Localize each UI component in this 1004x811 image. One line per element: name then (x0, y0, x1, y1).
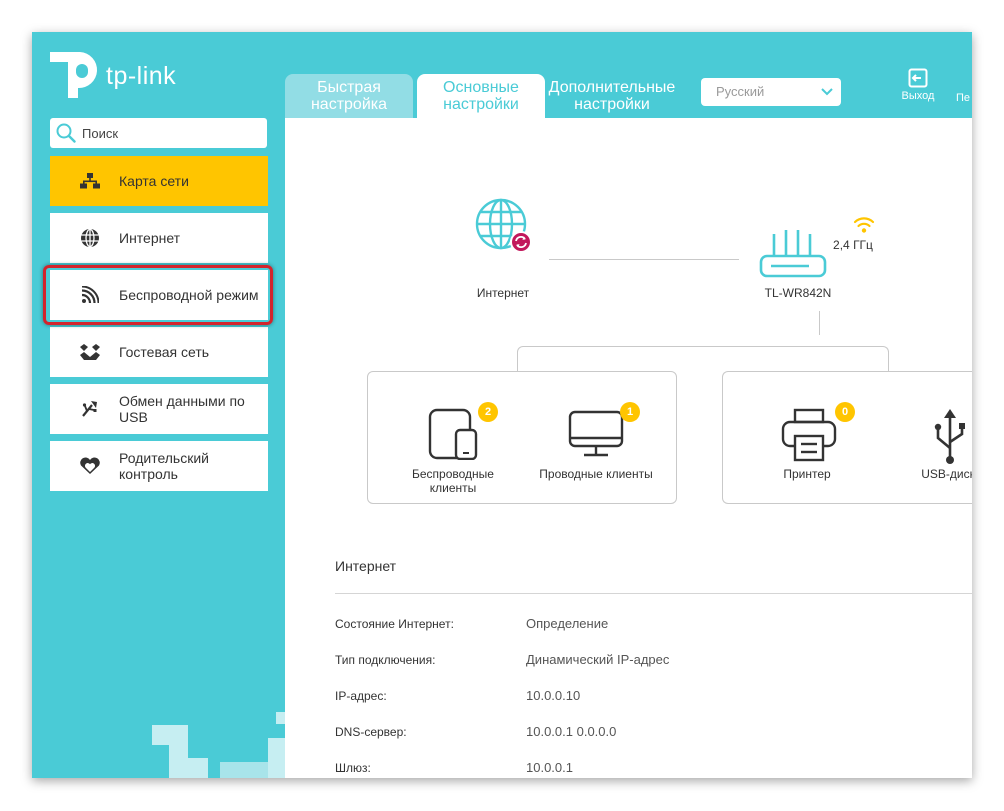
ip-address-value: 10.0.0.10 (526, 688, 581, 703)
devices-card: 0 Принтер 0 USB-диск (722, 371, 972, 504)
decoration-square (268, 738, 285, 778)
internet-section-title: Интернет (335, 558, 397, 574)
tab-quick-setup[interactable]: Быстрая настройка (285, 74, 413, 118)
sidebar-item-label: Обмен данными по USB (119, 393, 245, 425)
dns-server-label: DNS-сервер: (335, 725, 407, 739)
monitor-icon (568, 410, 624, 457)
router-node[interactable] (757, 228, 827, 280)
clients-card: 2 Беспроводные клиенты 1 Проводные клиен… (367, 371, 677, 504)
search-box[interactable] (50, 118, 267, 148)
network-map-icon (78, 169, 102, 193)
internet-node[interactable] (473, 198, 533, 258)
router-admin-window: tp-link Карта сети (32, 32, 972, 778)
router-icon (759, 230, 827, 278)
wired-clients-node[interactable]: 1 (546, 402, 646, 496)
printer-count: 0 (835, 402, 855, 422)
logout-icon (908, 68, 928, 88)
guest-network-icon (78, 340, 102, 364)
internet-status-label: Состояние Интернет: (335, 617, 454, 631)
connection-type-label: Тип подключения: (335, 653, 436, 667)
tab-advanced-settings[interactable]: Дополнительные настройки (547, 74, 677, 118)
wifi-signal-icon (853, 217, 875, 233)
section-divider (335, 593, 972, 594)
globe-icon (475, 198, 532, 253)
wireless-clients-count: 2 (478, 402, 498, 422)
router-model-label: TL-WR842N (764, 286, 832, 300)
chevron-down-icon (821, 88, 833, 96)
sidebar-item-internet[interactable]: Интернет (50, 213, 268, 263)
gateway-value: 10.0.0.1 (526, 760, 573, 775)
decoration-square (220, 762, 268, 778)
logout-button[interactable]: Выход (898, 68, 938, 102)
logout-label: Выход (901, 90, 935, 102)
parental-control-icon (78, 454, 102, 478)
tab-basic-settings[interactable]: Основные настройки (417, 74, 545, 118)
wired-clients-label: Проводные клиенты (539, 467, 653, 481)
sidebar-item-usb-sharing[interactable]: Обмен данными по USB (50, 384, 268, 434)
search-icon (56, 123, 76, 143)
connection-line (819, 311, 820, 335)
printer-label: Принтер (783, 467, 831, 481)
internet-label: Интернет (476, 286, 530, 300)
network-map-panel: Интернет 2,4 ГГц TL-WR842N 2 Беспроводны… (285, 118, 972, 778)
sidebar-item-label: Интернет (119, 230, 181, 246)
decoration-square (276, 712, 285, 724)
connection-type-value: Динамический IP-адрес (526, 652, 670, 667)
gateway-label: Шлюз: (335, 761, 371, 775)
globe-icon (78, 226, 102, 250)
dns-server-value: 10.0.0.1 0.0.0.0 (526, 724, 617, 739)
language-selected-value: Русский (716, 84, 765, 99)
tp-link-logo: tp-link (50, 46, 190, 102)
tablet-phone-icon (428, 408, 478, 460)
language-select[interactable]: Русский (701, 78, 841, 106)
highlight-frame (43, 265, 273, 325)
sidebar-item-label: Родительский контроль (119, 450, 209, 482)
printer-node[interactable]: 0 (767, 402, 857, 496)
internet-status-value: Определение (526, 616, 609, 631)
wired-clients-count: 1 (620, 402, 640, 422)
usb-disk-node[interactable]: 0 (903, 406, 972, 496)
decoration-square (152, 725, 188, 745)
sidebar-item-guest-network[interactable]: Гостевая сеть (50, 327, 268, 377)
usb-sharing-icon (78, 397, 102, 421)
sidebar-item-network-map[interactable]: Карта сети (50, 156, 268, 206)
connection-line (549, 259, 739, 260)
sidebar-item-label: Карта сети (119, 173, 189, 189)
tp-link-logo-icon (50, 52, 98, 98)
sidebar-item-label: Гостевая сеть (119, 344, 210, 360)
usb-icon (934, 409, 965, 464)
sidebar-item-parental-control[interactable]: Родительский контроль (50, 441, 268, 491)
header-cut-label[interactable]: Пе (956, 92, 970, 104)
printer-icon (781, 408, 837, 462)
decoration-square (182, 758, 208, 778)
band-label: 2,4 ГГц (833, 238, 873, 252)
branch-connector (517, 346, 889, 372)
ip-address-label: IP-адрес: (335, 689, 387, 703)
search-input[interactable] (80, 124, 254, 142)
wireless-clients-label: Беспроводные клиенты (412, 467, 494, 495)
logo-text: tp-link (106, 62, 177, 90)
usb-disk-label: USB-диск (921, 467, 972, 481)
